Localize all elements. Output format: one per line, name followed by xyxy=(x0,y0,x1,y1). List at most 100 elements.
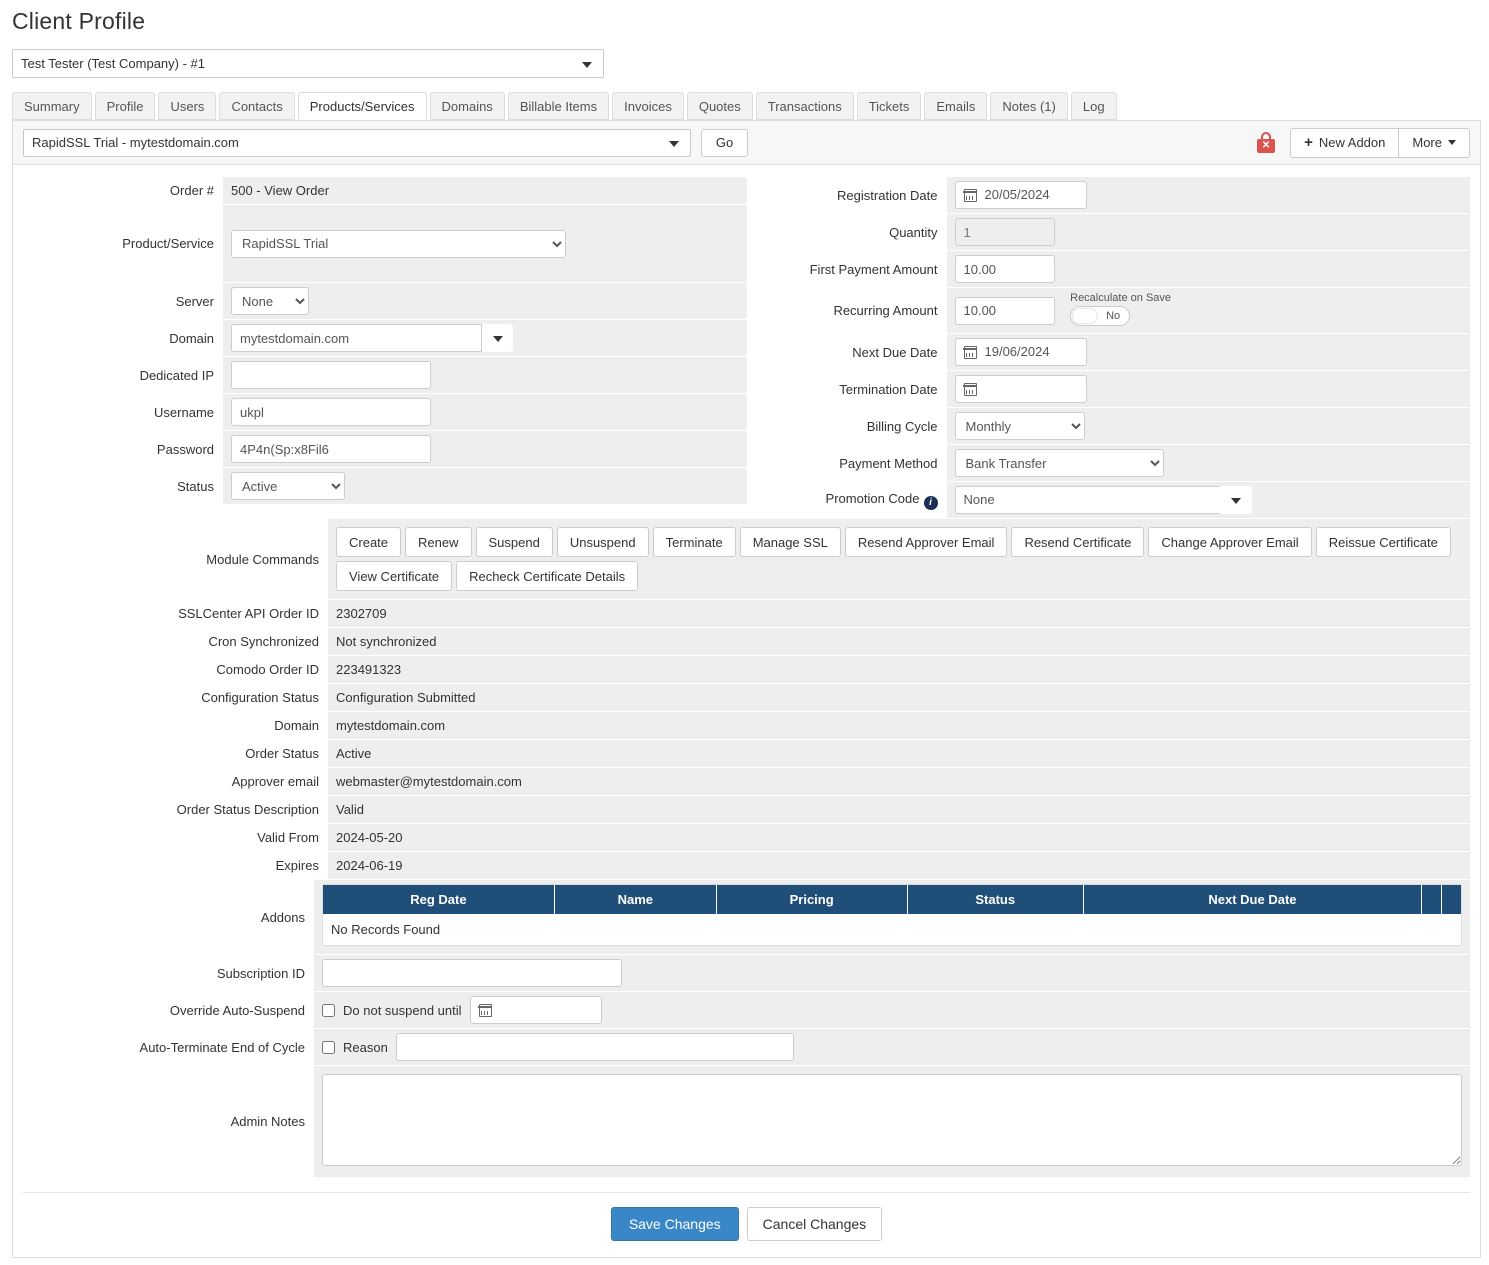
addon-actions-group: + New Addon More xyxy=(1290,128,1470,158)
server-select[interactable]: None xyxy=(231,287,309,315)
tab-notes-1[interactable]: Notes (1) xyxy=(990,92,1067,120)
module-command-create[interactable]: Create xyxy=(336,527,401,557)
domain-dropdown-button[interactable] xyxy=(481,324,513,352)
order-value[interactable]: 500 - View Order xyxy=(231,183,329,198)
toolbar-right-group: ✕ + New Addon More xyxy=(1257,128,1470,158)
module-command-change-approver-email[interactable]: Change Approver Email xyxy=(1148,527,1311,557)
module-command-unsuspend[interactable]: Unsuspend xyxy=(557,527,649,557)
new-addon-button[interactable]: + New Addon xyxy=(1290,128,1399,158)
field-row-dedicated-ip: Dedicated IP xyxy=(23,357,747,394)
form-right-column: Registration Date 20/05/2024 Quantity xyxy=(747,177,1471,519)
promotion-code-value[interactable]: None xyxy=(955,486,1252,514)
product-select[interactable]: RapidSSL Trial xyxy=(231,230,566,258)
tab-users[interactable]: Users xyxy=(158,92,216,120)
custom-field-row: Configuration StatusConfiguration Submit… xyxy=(23,684,1470,712)
custom-field-row: Order StatusActive xyxy=(23,740,1470,768)
custom-field-row: SSLCenter API Order ID2302709 xyxy=(23,600,1470,628)
status-label: Status xyxy=(23,468,223,505)
recalculate-toggle[interactable]: No xyxy=(1070,306,1130,326)
dedicated-ip-input[interactable] xyxy=(231,361,431,389)
registration-date-value: 20/05/2024 xyxy=(985,182,1050,208)
module-command-recheck-certificate-details[interactable]: Recheck Certificate Details xyxy=(456,561,638,591)
custom-field-label: Configuration Status xyxy=(23,684,328,712)
save-changes-button[interactable]: Save Changes xyxy=(611,1207,739,1241)
tab-invoices[interactable]: Invoices xyxy=(612,92,684,120)
calendar-icon xyxy=(964,383,977,396)
username-input[interactable] xyxy=(231,398,431,426)
field-row-domain: Domain xyxy=(23,320,747,357)
new-addon-label: New Addon xyxy=(1319,135,1386,150)
custom-field-value: webmaster@mytestdomain.com xyxy=(328,768,1470,796)
chevron-down-icon xyxy=(582,62,592,68)
tab-billable-items[interactable]: Billable Items xyxy=(508,92,609,120)
tab-log[interactable]: Log xyxy=(1071,92,1117,120)
cancel-changes-button[interactable]: Cancel Changes xyxy=(747,1207,883,1241)
override-autosuspend-date-input[interactable] xyxy=(470,996,602,1024)
first-payment-input[interactable] xyxy=(955,255,1055,283)
module-command-resend-approver-email[interactable]: Resend Approver Email xyxy=(845,527,1008,557)
custom-field-label: Domain xyxy=(23,712,328,740)
registration-date-label: Registration Date xyxy=(747,177,947,214)
field-row-override-autosuspend: Override Auto-Suspend Do not suspend unt… xyxy=(23,992,1470,1029)
override-autosuspend-row: Do not suspend until xyxy=(322,996,1462,1024)
tab-domains[interactable]: Domains xyxy=(430,92,505,120)
recurring-input[interactable] xyxy=(955,297,1055,325)
tab-products-services[interactable]: Products/Services xyxy=(298,92,427,120)
addons-empty-text: No Records Found xyxy=(323,914,1462,946)
password-input[interactable] xyxy=(231,435,431,463)
custom-field-row: Domainmytestdomain.com xyxy=(23,712,1470,740)
auto-terminate-reason-input[interactable] xyxy=(396,1033,794,1061)
subscription-id-input[interactable] xyxy=(322,959,622,987)
service-selector[interactable]: RapidSSL Trial - mytestdomain.com xyxy=(23,129,691,157)
plus-icon: + xyxy=(1304,135,1313,150)
field-row-billing-cycle: Billing Cycle Monthly xyxy=(747,408,1471,445)
info-icon[interactable]: i xyxy=(924,496,938,510)
field-row-admin-notes: Admin Notes xyxy=(23,1066,1470,1178)
custom-field-label: SSLCenter API Order ID xyxy=(23,600,328,628)
module-command-reissue-certificate[interactable]: Reissue Certificate xyxy=(1316,527,1451,557)
auto-terminate-checkbox[interactable] xyxy=(322,1041,335,1054)
module-command-resend-certificate[interactable]: Resend Certificate xyxy=(1011,527,1144,557)
payment-method-select[interactable]: Bank Transfer xyxy=(955,449,1164,477)
domain-input[interactable] xyxy=(231,324,513,352)
field-row-subscription-id: Subscription ID xyxy=(23,955,1470,992)
subscription-id-label: Subscription ID xyxy=(23,955,314,992)
next-due-date-input[interactable]: 19/06/2024 xyxy=(955,338,1087,366)
admin-notes-textarea[interactable] xyxy=(322,1074,1462,1166)
override-autosuspend-checkbox[interactable] xyxy=(322,1004,335,1017)
order-label: Order # xyxy=(23,177,223,205)
tab-emails[interactable]: Emails xyxy=(924,92,987,120)
server-label: Server xyxy=(23,283,223,320)
lock-closed-icon[interactable]: ✕ xyxy=(1257,132,1275,153)
module-command-renew[interactable]: Renew xyxy=(405,527,471,557)
custom-field-row: Order Status DescriptionValid xyxy=(23,796,1470,824)
chevron-down-icon xyxy=(669,141,679,147)
tab-tickets[interactable]: Tickets xyxy=(857,92,922,120)
billing-cycle-select[interactable]: Monthly xyxy=(955,412,1085,440)
tab-profile[interactable]: Profile xyxy=(95,92,156,120)
service-toolbar: RapidSSL Trial - mytestdomain.com Go ✕ +… xyxy=(13,121,1480,165)
termination-date-input[interactable] xyxy=(955,375,1087,403)
module-command-view-certificate[interactable]: View Certificate xyxy=(336,561,452,591)
status-select[interactable]: Active xyxy=(231,472,345,500)
go-button[interactable]: Go xyxy=(701,129,748,157)
registration-date-input[interactable]: 20/05/2024 xyxy=(955,181,1087,209)
module-command-terminate[interactable]: Terminate xyxy=(653,527,736,557)
tab-summary[interactable]: Summary xyxy=(12,92,92,120)
more-button[interactable]: More xyxy=(1399,128,1470,158)
module-command-manage-ssl[interactable]: Manage SSL xyxy=(740,527,841,557)
module-command-suspend[interactable]: Suspend xyxy=(476,527,553,557)
tab-transactions[interactable]: Transactions xyxy=(756,92,854,120)
field-row-status: Status Active xyxy=(23,468,747,505)
tab-contacts[interactable]: Contacts xyxy=(219,92,294,120)
field-row-registration-date: Registration Date 20/05/2024 xyxy=(747,177,1471,214)
form-columns: Order # 500 - View Order Product/Service… xyxy=(23,177,1470,519)
dedicated-ip-label: Dedicated IP xyxy=(23,357,223,394)
client-selector[interactable]: Test Tester (Test Company) - #1 xyxy=(12,49,604,78)
field-row-recurring: Recurring Amount Recalculate on Save No xyxy=(747,288,1471,334)
domain-combo xyxy=(231,324,513,352)
custom-field-row: Expires2024-06-19 xyxy=(23,852,1470,880)
tab-quotes[interactable]: Quotes xyxy=(687,92,753,120)
payment-method-label: Payment Method xyxy=(747,445,947,482)
promotion-code-dropdown-button[interactable] xyxy=(1220,486,1252,514)
